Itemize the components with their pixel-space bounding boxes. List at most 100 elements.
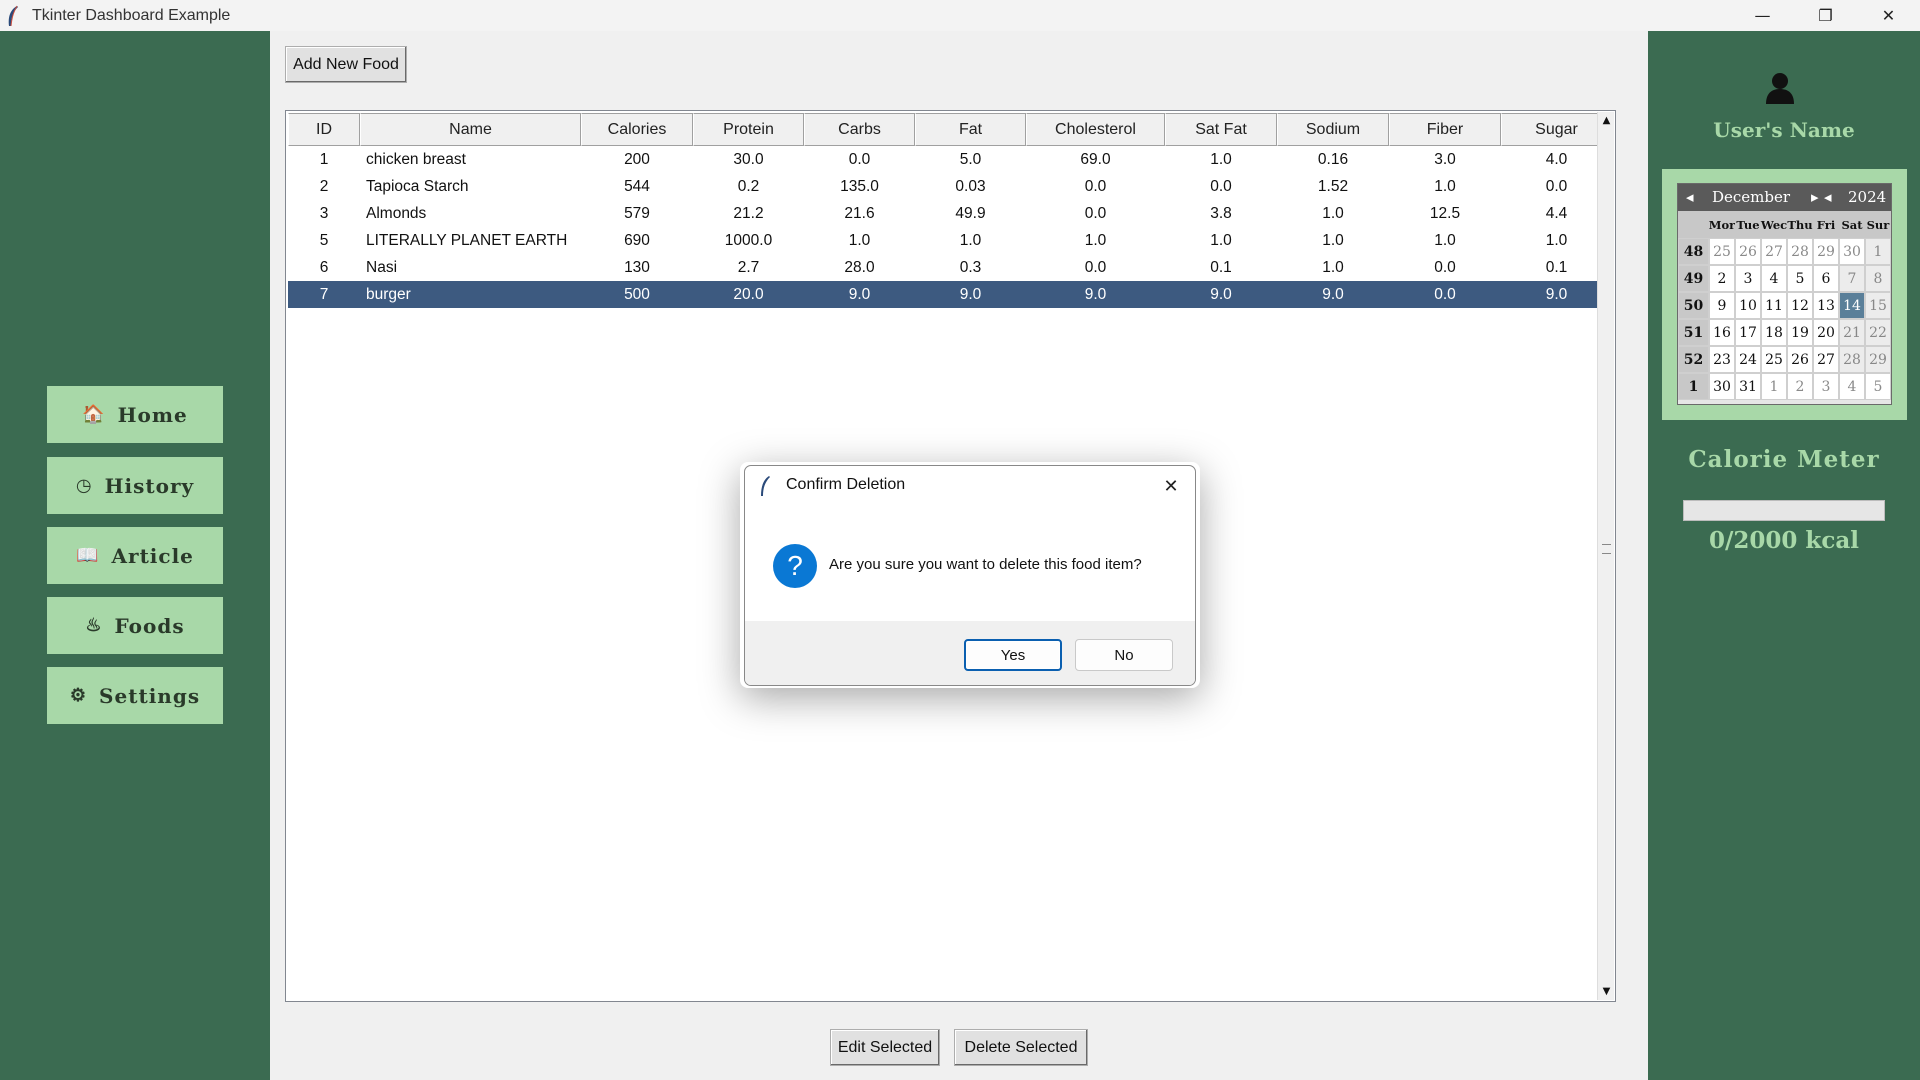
- nav-settings-label: Settings: [99, 683, 201, 708]
- tk-feather-icon: [8, 5, 18, 26]
- calendar-day[interactable]: 13: [1813, 292, 1839, 319]
- vertical-scrollbar[interactable]: ▲ ▼: [1597, 112, 1614, 1000]
- nav-article-button[interactable]: 📖 Article: [47, 527, 223, 584]
- calendar-day[interactable]: 2: [1787, 373, 1813, 400]
- calendar-day[interactable]: 1: [1865, 238, 1891, 265]
- calendar-day[interactable]: 12: [1787, 292, 1813, 319]
- table-cell: burger: [366, 285, 411, 303]
- table-row[interactable]: 1 chicken breast 200 30.0 0.0 5.0 69.0 1.0 0.16 3…: [288, 146, 1612, 173]
- table-cell: 0.16: [1317, 150, 1349, 168]
- prev-year-icon[interactable]: ◂: [1824, 188, 1832, 206]
- calendar-frame: ◂ December ▸ ◂ 2024 Mor Tue Wec Thu Fri Sat Su…: [1662, 169, 1907, 420]
- column-header[interactable]: Name: [360, 113, 581, 146]
- yes-button[interactable]: Yes: [964, 639, 1062, 671]
- sidebar: 🏠 Home ◷ History 📖 Article ♨ Foods ⚙ Set…: [0, 31, 270, 1080]
- nav-foods-button[interactable]: ♨ Foods: [47, 597, 223, 654]
- nav-settings-button[interactable]: ⚙ Settings: [47, 667, 223, 724]
- table-cell: 5.0: [959, 150, 982, 168]
- calendar-day[interactable]: 4: [1761, 265, 1787, 292]
- prev-month-icon[interactable]: ◂: [1686, 188, 1694, 206]
- table-row[interactable]: 2 Tapioca Starch 544 0.2 135.0 0.03 0.0 0.0 1.52…: [288, 173, 1612, 200]
- dialog-close-icon[interactable]: ✕: [1155, 470, 1187, 502]
- calendar-day[interactable]: 19: [1787, 319, 1813, 346]
- calendar-day[interactable]: 15: [1865, 292, 1891, 319]
- calendar-day[interactable]: 11: [1761, 292, 1787, 319]
- calendar-weekday: Sat: [1839, 211, 1865, 238]
- table-cell: 1.0: [1084, 231, 1107, 249]
- calendar-day[interactable]: 28: [1787, 238, 1813, 265]
- scroll-grip[interactable]: [1602, 544, 1611, 554]
- calendar-day[interactable]: 7: [1839, 265, 1865, 292]
- edit-selected-button[interactable]: Edit Selected: [830, 1029, 940, 1066]
- calendar-day[interactable]: 3: [1813, 373, 1839, 400]
- column-header[interactable]: Cholesterol: [1026, 113, 1165, 146]
- table-row[interactable]: 5 LITERALLY PLANET EARTH 690 1000.0 1.0 1.0 1.…: [288, 227, 1612, 254]
- close-button[interactable]: ✕: [1857, 0, 1920, 31]
- nav-home-button[interactable]: 🏠 Home: [47, 386, 223, 443]
- column-header[interactable]: Sat Fat: [1165, 113, 1277, 146]
- calendar-day[interactable]: 10: [1735, 292, 1761, 319]
- calendar-day[interactable]: 25: [1709, 238, 1735, 265]
- column-header[interactable]: Sugar: [1501, 113, 1612, 146]
- calendar-day[interactable]: 23: [1709, 346, 1735, 373]
- scroll-up-arrow-icon[interactable]: ▲: [1598, 112, 1615, 129]
- calendar-day[interactable]: 28: [1839, 346, 1865, 373]
- calendar-day[interactable]: 26: [1735, 238, 1761, 265]
- calendar-day[interactable]: 30: [1839, 238, 1865, 265]
- calendar-day[interactable]: 8: [1865, 265, 1891, 292]
- column-header[interactable]: Sodium: [1277, 113, 1389, 146]
- table-cell: 0.0: [1434, 258, 1456, 276]
- calendar-day[interactable]: 1: [1761, 373, 1787, 400]
- calendar-day[interactable]: 22: [1865, 319, 1891, 346]
- calendar-day[interactable]: 3: [1735, 265, 1761, 292]
- column-header[interactable]: Fiber: [1389, 113, 1501, 146]
- nav-foods-label: Foods: [114, 613, 185, 638]
- calendar-day[interactable]: 26: [1787, 346, 1813, 373]
- next-month-icon[interactable]: ▸: [1811, 188, 1819, 206]
- calendar-day[interactable]: 4: [1839, 373, 1865, 400]
- calendar-day[interactable]: 31: [1735, 373, 1761, 400]
- no-button[interactable]: No: [1075, 639, 1173, 671]
- table-cell: 21.2: [733, 204, 764, 222]
- table-cell: 130: [624, 258, 650, 276]
- calendar-day[interactable]: 27: [1813, 346, 1839, 373]
- minimize-button[interactable]: —: [1731, 0, 1794, 31]
- column-header[interactable]: ID: [288, 113, 360, 146]
- calendar-day[interactable]: 27: [1761, 238, 1787, 265]
- delete-selected-button[interactable]: Delete Selected: [954, 1029, 1088, 1066]
- user-name: User's Name: [1713, 118, 1855, 142]
- calendar-day[interactable]: 20: [1813, 319, 1839, 346]
- calendar-day[interactable]: 29: [1813, 238, 1839, 265]
- nav-home-label: Home: [117, 402, 188, 427]
- table-cell: 9.0: [959, 285, 982, 303]
- add-new-food-button[interactable]: Add New Food: [285, 46, 407, 83]
- calendar-day[interactable]: 30: [1709, 373, 1735, 400]
- table-cell: 544: [624, 177, 650, 195]
- scroll-down-arrow-icon[interactable]: ▼: [1598, 983, 1615, 1000]
- calendar-day[interactable]: 24: [1735, 346, 1761, 373]
- calendar-day[interactable]: 18: [1761, 319, 1787, 346]
- calendar-day[interactable]: 21: [1839, 319, 1865, 346]
- column-header[interactable]: Fat: [915, 113, 1026, 146]
- calendar-day[interactable]: 17: [1735, 319, 1761, 346]
- dialog-message: Are you sure you want to delete this foo…: [829, 556, 1142, 573]
- calendar-day[interactable]: 29: [1865, 346, 1891, 373]
- maximize-button[interactable]: ❐: [1794, 0, 1857, 31]
- column-header[interactable]: Calories: [581, 113, 693, 146]
- calendar-day[interactable]: 16: [1709, 319, 1735, 346]
- calendar-day[interactable]: 14: [1839, 292, 1865, 319]
- table-row[interactable]: 3 Almonds 579 21.2 21.6 49.9 0.0 3.8 1.0 12.5 4.4: [288, 200, 1612, 227]
- calendar-day[interactable]: 25: [1761, 346, 1787, 373]
- table-row[interactable]: 7 burger 500 20.0 9.0 9.0 9.0 9.0 9.0 0.0 9.0: [288, 281, 1612, 308]
- tk-feather-icon: [761, 476, 770, 496]
- calendar-day[interactable]: 5: [1787, 265, 1813, 292]
- column-header[interactable]: Carbs: [804, 113, 915, 146]
- table-row[interactable]: 6 Nasi 130 2.7 28.0 0.3 0.0 0.1 1.0 0.0 0.1: [288, 254, 1612, 281]
- nav-history-button[interactable]: ◷ History: [47, 457, 223, 514]
- column-header[interactable]: Protein: [693, 113, 804, 146]
- calendar-day[interactable]: 2: [1709, 265, 1735, 292]
- calendar-day[interactable]: 9: [1709, 292, 1735, 319]
- calendar-day[interactable]: 6: [1813, 265, 1839, 292]
- table-cell: 3.8: [1210, 204, 1232, 222]
- calendar-day[interactable]: 5: [1865, 373, 1891, 400]
